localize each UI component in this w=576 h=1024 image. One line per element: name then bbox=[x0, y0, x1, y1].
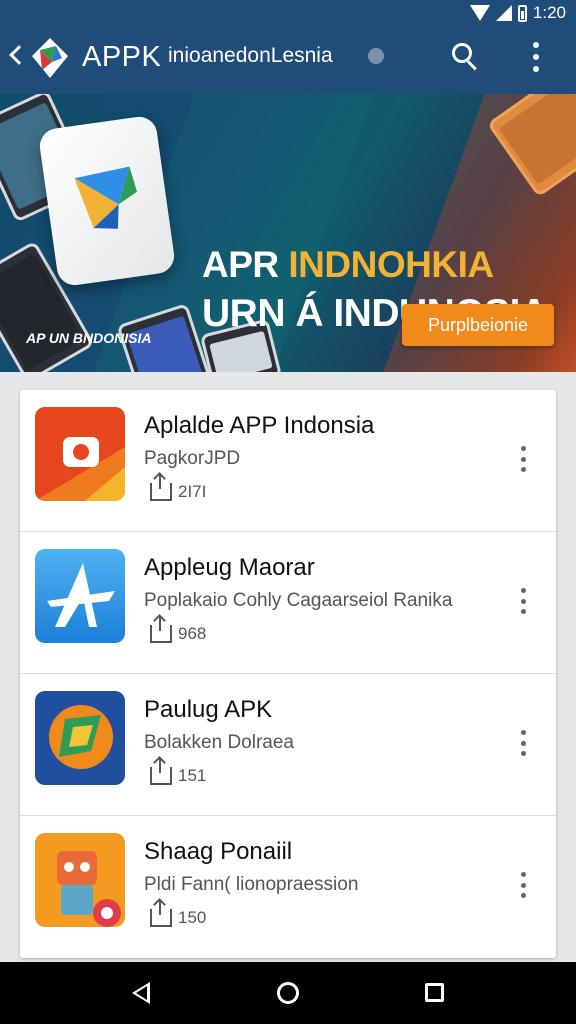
app-stat: 968 bbox=[150, 617, 207, 644]
list-item[interactable]: Paulug APK Bolakken Dolraea 151 bbox=[20, 674, 556, 816]
list-item[interactable]: Shaag Ponaiil Pldi Fann( lionopraession … bbox=[20, 816, 556, 958]
system-nav-bar bbox=[0, 962, 576, 1024]
folded-logo-icon bbox=[74, 166, 138, 229]
wifi-icon bbox=[469, 5, 490, 21]
app-tile-illustration bbox=[37, 114, 177, 288]
folded-square-app-icon bbox=[35, 691, 125, 785]
status-time: 1:20 bbox=[532, 3, 566, 22]
share-icon[interactable] bbox=[150, 759, 172, 785]
more-vert-icon[interactable] bbox=[516, 446, 530, 472]
back-arrow-icon[interactable] bbox=[9, 45, 29, 65]
nav-back-icon[interactable] bbox=[132, 982, 150, 1004]
more-vert-icon[interactable] bbox=[516, 872, 530, 898]
banner-caption: AP UN BNDONISIA bbox=[26, 330, 152, 346]
share-icon[interactable] bbox=[150, 901, 172, 927]
info-icon[interactable] bbox=[368, 48, 384, 64]
list-item[interactable]: Aplalde APP Indonsia PagkorJPD 2I7I bbox=[20, 390, 556, 532]
app-title: APPK bbox=[82, 41, 162, 73]
nav-home-icon[interactable] bbox=[277, 982, 299, 1004]
status-bar: 1:20 bbox=[0, 0, 576, 26]
robot-app-icon bbox=[35, 833, 125, 927]
app-logo-icon bbox=[32, 38, 68, 78]
banner-headline: APR INDNOHKIA bbox=[202, 244, 494, 285]
list-item[interactable]: Appleug Maorar Poplakaio Cohly Cagaarsei… bbox=[20, 532, 556, 674]
app-title: Shaag Ponaiil bbox=[144, 838, 293, 865]
app-subtitle: Poplakaio Cohly Cagaarseiol Ranika bbox=[144, 590, 453, 611]
share-icon[interactable] bbox=[150, 617, 172, 643]
app-stat: 2I7I bbox=[150, 475, 207, 502]
app-count: 151 bbox=[178, 766, 207, 785]
more-vert-icon[interactable] bbox=[532, 42, 540, 72]
app-count: 2I7I bbox=[178, 482, 207, 501]
app-count: 968 bbox=[178, 624, 207, 643]
app-subtitle: Bolakken Dolraea bbox=[144, 732, 294, 753]
star-app-icon bbox=[35, 549, 125, 643]
app-title: Appleug Maorar bbox=[144, 554, 315, 581]
search-icon[interactable] bbox=[452, 43, 480, 71]
app-list: Aplalde APP Indonsia PagkorJPD 2I7I Appl… bbox=[20, 390, 556, 958]
app-subtitle: Pldi Fann( lionopraession bbox=[144, 874, 359, 895]
nav-recents-icon[interactable] bbox=[425, 983, 444, 1002]
app-count: 150 bbox=[178, 908, 207, 927]
promo-banner[interactable]: APR INDNOHKIA URN Á INDUNOSIA AP UN BNDO… bbox=[0, 94, 576, 372]
app-bar: APPK inioanedonLesnia bbox=[0, 26, 576, 94]
signal-icon bbox=[495, 5, 512, 21]
share-icon[interactable] bbox=[150, 475, 172, 501]
app-stat: 150 bbox=[150, 901, 207, 928]
app-title: Aplalde APP Indonsia bbox=[144, 412, 375, 439]
app-title: Paulug APK bbox=[144, 696, 273, 723]
app-stat: 151 bbox=[150, 759, 207, 786]
more-vert-icon[interactable] bbox=[516, 588, 530, 614]
banner-button[interactable]: Purplbeionie bbox=[402, 304, 554, 346]
more-vert-icon[interactable] bbox=[516, 730, 530, 756]
camera-app-icon bbox=[35, 407, 125, 501]
app-subtitle: inioanedonLesnia bbox=[168, 44, 333, 67]
status-icons: 1:20 bbox=[469, 3, 566, 23]
app-subtitle: PagkorJPD bbox=[144, 448, 241, 469]
battery-icon bbox=[517, 4, 527, 22]
